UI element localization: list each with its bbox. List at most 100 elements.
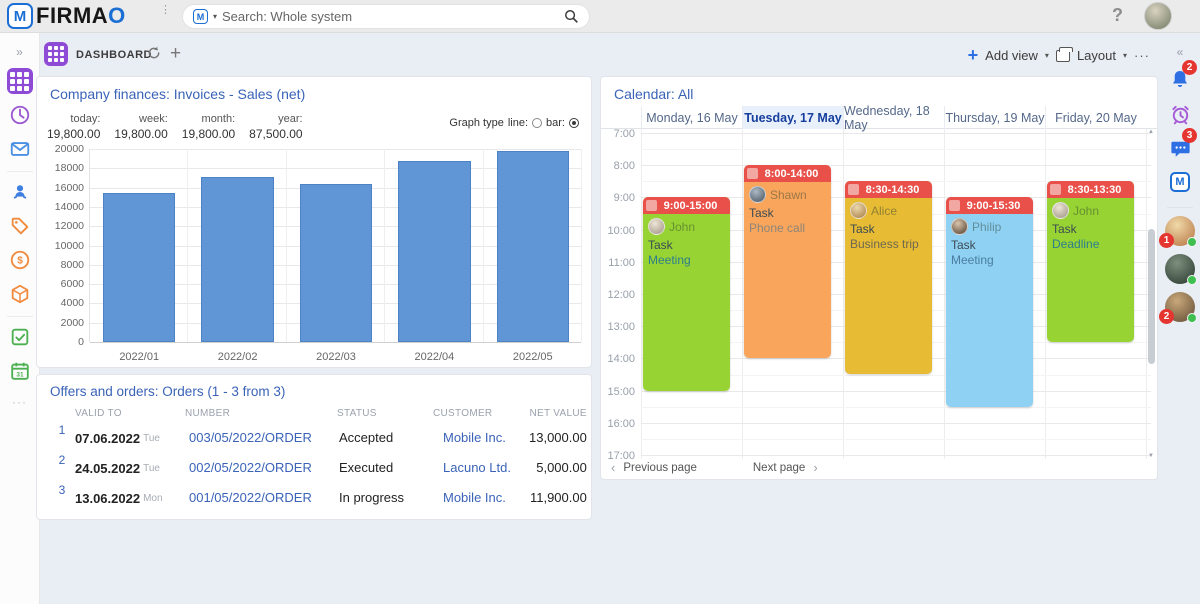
scroll-up-icon[interactable]: ▲	[1148, 129, 1154, 135]
calendar-panel-title[interactable]: Calendar: All	[614, 86, 693, 102]
global-search-bar[interactable]: M ▾ Search: Whole system	[182, 4, 590, 29]
sidebar-item-offers[interactable]	[6, 212, 34, 240]
layout-icon[interactable]	[1056, 50, 1070, 62]
calendar-event[interactable]: 8:30-13:30JohnTaskDeadline	[1047, 181, 1134, 342]
search-icon[interactable]	[564, 9, 579, 24]
alarm-clock-icon	[1169, 103, 1192, 126]
event-body: JohnTaskMeeting	[643, 214, 730, 267]
next-page-button[interactable]: Next page	[753, 462, 805, 474]
sidebar-more-icon[interactable]: ···	[12, 395, 27, 409]
refresh-button[interactable]	[146, 45, 162, 66]
chart-bar[interactable]	[103, 193, 175, 342]
scrollbar-thumb[interactable]	[1148, 229, 1155, 364]
day-header-4[interactable]: Thursday, 19 May	[944, 106, 1045, 129]
calendar-event[interactable]: 8:00-14:00ShawnTaskPhone call	[744, 165, 831, 358]
search-scope-caret-icon[interactable]: ▾	[213, 12, 217, 21]
online-status-dot	[1187, 275, 1197, 285]
chart-bar[interactable]	[398, 161, 470, 342]
previous-page-button[interactable]: Previous page	[623, 462, 697, 474]
calendar-time-label: 17:00	[601, 450, 635, 459]
calendar-hour-line	[641, 133, 1151, 134]
sidebar-item-contacts[interactable]	[6, 178, 34, 206]
order-customer-link[interactable]: Mobile Inc.	[433, 423, 529, 453]
person-avatar	[850, 202, 867, 219]
order-customer-link[interactable]: Mobile Inc.	[433, 483, 529, 513]
layout-caret-icon[interactable]: ▾	[1123, 51, 1127, 60]
chart-bar[interactable]	[497, 151, 569, 342]
sidebar-item-time[interactable]	[6, 101, 34, 129]
add-view-caret-icon[interactable]: ▾	[1045, 51, 1049, 60]
chat-button[interactable]: 3	[1167, 135, 1193, 161]
help-button[interactable]: ?	[1112, 5, 1123, 26]
order-status: Executed	[337, 453, 433, 483]
event-person-name: Shawn	[770, 188, 807, 202]
layout-button[interactable]: Layout	[1077, 48, 1116, 63]
sidebar-item-products[interactable]	[6, 280, 34, 308]
chart-ytick-label: 12000	[40, 220, 84, 232]
sidebar-item-finances[interactable]: $	[6, 246, 34, 274]
order-number-link[interactable]: 001/05/2022/ORDER	[185, 483, 337, 513]
order-customer-link[interactable]: Lacuno Ltd.	[433, 453, 529, 483]
chart-bar[interactable]	[300, 184, 372, 342]
finance-panel-title[interactable]: Company finances: Invoices - Sales (net)	[50, 86, 305, 102]
sidebar-item-dashboard[interactable]	[6, 67, 34, 95]
day-header-2[interactable]: Tuesday, 17 May	[742, 106, 843, 129]
reminders-button[interactable]	[1167, 101, 1193, 127]
day-header-3[interactable]: Wednesday, 18 May	[843, 106, 944, 129]
toolbar-more-button[interactable]: ···	[1134, 48, 1150, 63]
scroll-down-icon[interactable]: ▼	[1148, 453, 1154, 459]
rail-collapse-icon[interactable]: «	[1177, 45, 1184, 59]
day-header-1[interactable]: Monday, 16 May	[641, 106, 742, 129]
calendar-event[interactable]: 8:30-14:30AliceTaskBusiness trip	[845, 181, 932, 374]
order-weekday: Mon	[143, 493, 162, 504]
sidebar-item-tasks[interactable]	[6, 323, 34, 351]
add-view-button[interactable]: Add view	[985, 48, 1038, 63]
event-type-label: Task	[1052, 222, 1129, 236]
user-avatar[interactable]	[1144, 2, 1172, 30]
calendar-event[interactable]: 9:00-15:30PhilipTaskMeeting	[946, 197, 1033, 406]
event-checkbox-icon[interactable]	[848, 184, 859, 195]
order-date: 24.05.2022	[75, 461, 140, 476]
search-scope-icon[interactable]: M	[193, 9, 208, 24]
drag-handle-icon[interactable]: ⋮	[160, 3, 170, 16]
finance-stat: week:19,800.00	[114, 113, 167, 141]
chart-bar[interactable]	[201, 177, 273, 342]
sidebar-item-calendar[interactable]: 31	[6, 357, 34, 385]
event-checkbox-icon[interactable]	[1050, 184, 1061, 195]
finance-stat: year:87,500.00	[249, 113, 302, 141]
event-checkbox-icon[interactable]	[747, 168, 758, 179]
event-header: 8:30-14:30	[845, 181, 932, 198]
teammate-avatar-3[interactable]: 2	[1165, 292, 1195, 322]
teammate-avatar-1[interactable]: 1	[1165, 216, 1195, 246]
order-row-index: 2	[49, 453, 75, 483]
calendar-event[interactable]: 9:00-15:00JohnTaskMeeting	[643, 197, 730, 390]
graph-type-line-radio[interactable]	[532, 118, 542, 128]
calendar-scrollbar[interactable]: ▲ ▼	[1147, 129, 1156, 459]
add-view-plus-icon[interactable]: +	[968, 45, 979, 66]
add-tab-button[interactable]: +	[170, 43, 181, 65]
chart-ytick-label: 0	[40, 336, 84, 348]
sidebar-expand-icon[interactable]: »	[16, 45, 23, 61]
chart-ytick-label: 4000	[40, 297, 84, 309]
orders-panel-title[interactable]: Offers and orders: Orders (1 - 3 from 3)	[50, 384, 285, 399]
dollar-icon: $	[9, 249, 31, 271]
dashboard-tab[interactable]: DASHBOARD	[76, 49, 152, 61]
day-header-5[interactable]: Friday, 20 May	[1045, 106, 1146, 129]
order-number-link[interactable]: 003/05/2022/ORDER	[185, 423, 337, 453]
dashboard-tab-icon[interactable]	[44, 42, 68, 66]
order-number-link[interactable]: 002/05/2022/ORDER	[185, 453, 337, 483]
sidebar-item-mail[interactable]	[6, 135, 34, 163]
notifications-button[interactable]: 2	[1167, 67, 1193, 93]
firmao-app-button[interactable]: M	[1167, 169, 1193, 195]
previous-page-chevron-icon[interactable]: ‹	[611, 460, 615, 475]
orders-table: VALID TONUMBERSTATUSCUSTOMERNET VALUE107…	[49, 405, 581, 513]
search-input[interactable]: Search: Whole system	[222, 9, 559, 24]
graph-type-bar-radio[interactable]	[569, 118, 579, 128]
app-logo[interactable]: M FIRMAO	[7, 3, 126, 29]
event-person-name: Alice	[871, 204, 897, 218]
event-checkbox-icon[interactable]	[646, 200, 657, 211]
calendar-hour-line	[641, 391, 1151, 392]
teammate-avatar-2[interactable]	[1165, 254, 1195, 284]
next-page-chevron-icon[interactable]: ›	[813, 460, 817, 475]
event-checkbox-icon[interactable]	[949, 200, 960, 211]
